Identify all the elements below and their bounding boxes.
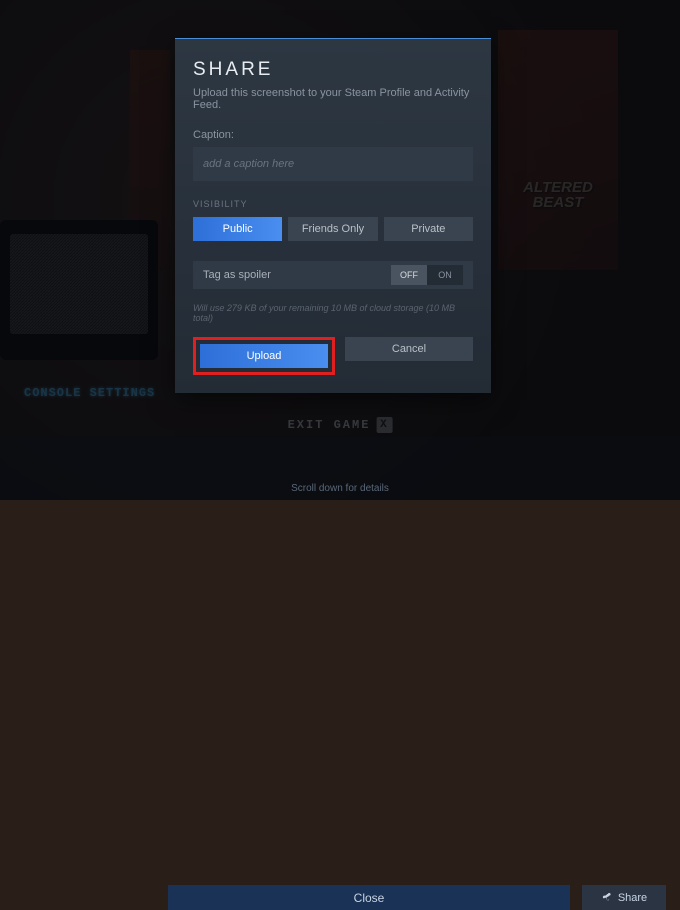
footer-bar: Close Share Scroll down for details (0, 436, 680, 500)
spoiler-row: Tag as spoiler OFF ON (193, 261, 473, 289)
cancel-button[interactable]: Cancel (345, 337, 473, 361)
visibility-friends[interactable]: Friends Only (288, 217, 377, 241)
caption-input[interactable] (193, 147, 473, 181)
visibility-group: Public Friends Only Private (193, 217, 473, 241)
storage-note: Will use 279 KB of your remaining 10 MB … (193, 303, 473, 323)
upload-button[interactable]: Upload (200, 344, 328, 368)
caption-label: Caption: (193, 129, 473, 141)
spoiler-on[interactable]: ON (427, 265, 463, 285)
visibility-label: VISIBILITY (193, 199, 473, 209)
visibility-private[interactable]: Private (384, 217, 473, 241)
spoiler-label: Tag as spoiler (203, 269, 271, 281)
action-row: Upload Cancel (193, 337, 473, 375)
close-button[interactable]: Close (168, 885, 570, 910)
dialog-subtitle: Upload this screenshot to your Steam Pro… (193, 87, 473, 111)
visibility-public[interactable]: Public (193, 217, 282, 241)
share-dialog: SHARE Upload this screenshot to your Ste… (175, 38, 491, 393)
share-icon (601, 892, 612, 903)
upload-highlight: Upload (193, 337, 335, 375)
share-button[interactable]: Share (582, 885, 666, 910)
scroll-hint: Scroll down for details (291, 483, 389, 494)
share-button-label: Share (618, 892, 647, 904)
spoiler-toggle[interactable]: OFF ON (391, 265, 463, 285)
spoiler-off[interactable]: OFF (391, 265, 427, 285)
dialog-title: SHARE (193, 59, 473, 81)
